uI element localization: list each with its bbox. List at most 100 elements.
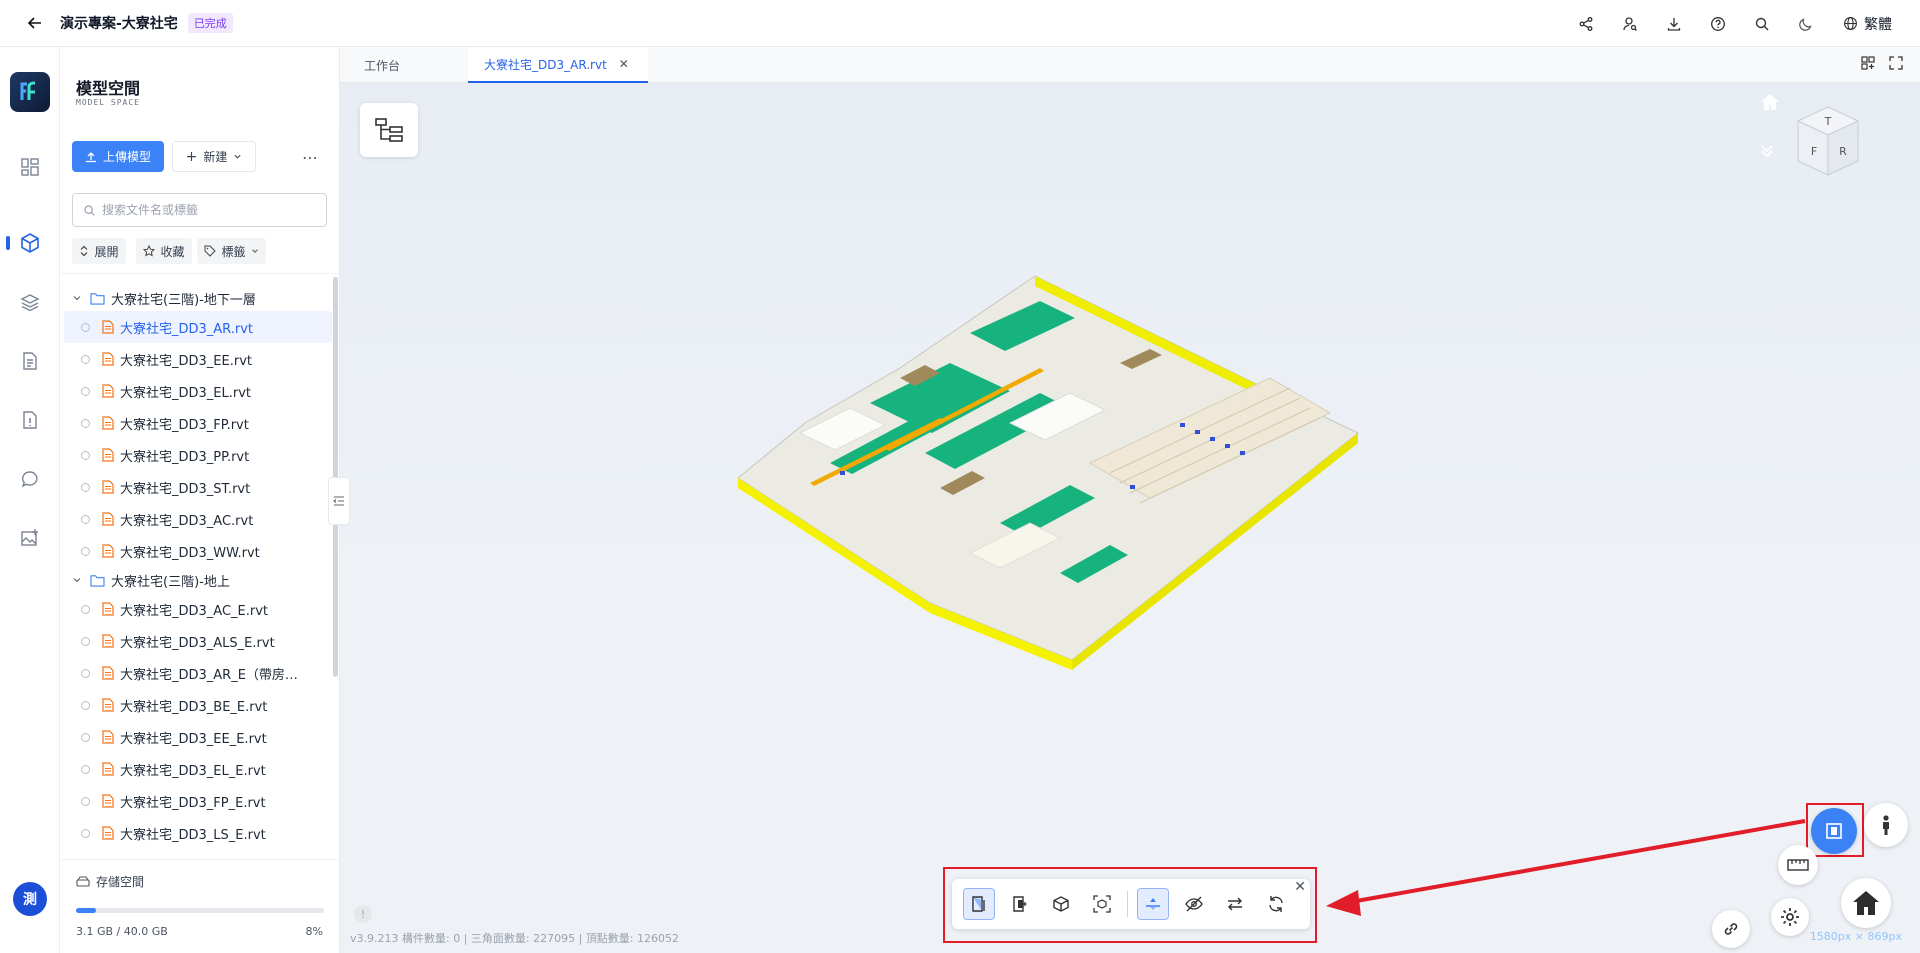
favorite-label: 收藏 bbox=[160, 244, 185, 259]
clip-plane-icon[interactable] bbox=[1137, 888, 1169, 920]
file-radio[interactable] bbox=[81, 636, 90, 646]
file-radio[interactable] bbox=[81, 732, 90, 742]
tab-model-file[interactable]: 大寮社宅_DD3_AR.rvt ✕ bbox=[468, 47, 648, 83]
upload-label: 上傳模型 bbox=[102, 150, 151, 164]
file-row[interactable]: 大寮社宅_DD3_AC_E.rvt bbox=[64, 593, 332, 625]
model-cube-icon[interactable] bbox=[18, 231, 42, 255]
split-view-icon[interactable] bbox=[1860, 55, 1876, 71]
layers-icon[interactable] bbox=[18, 290, 42, 314]
star-icon bbox=[143, 245, 156, 257]
file-radio[interactable] bbox=[81, 668, 90, 678]
file-row[interactable]: 大寮社宅_DD3_AR_E（帶房… bbox=[64, 657, 332, 689]
file-radio[interactable] bbox=[81, 764, 90, 774]
tag-filter-button[interactable]: 標籤 bbox=[197, 238, 266, 264]
home-button[interactable] bbox=[1841, 878, 1891, 928]
file-row[interactable]: 大寮社宅_DD3_EL.rvt bbox=[64, 375, 332, 407]
file-radio[interactable] bbox=[81, 418, 90, 428]
view-cube-front-label: F bbox=[1811, 145, 1817, 158]
language-switch[interactable]: 繁體 bbox=[1843, 14, 1892, 34]
more-options-icon[interactable]: ⋯ bbox=[299, 146, 321, 168]
home-view-icon[interactable] bbox=[1760, 93, 1780, 111]
file-row[interactable]: 大寮社宅_DD3_EE.rvt bbox=[64, 343, 332, 375]
search-input[interactable] bbox=[102, 203, 312, 217]
expand-icon bbox=[81, 245, 88, 257]
view-cube[interactable]: T F R bbox=[1792, 103, 1864, 183]
file-row[interactable]: 大寮社宅_DD3_PP.rvt bbox=[64, 439, 332, 471]
ruler-icon bbox=[1787, 859, 1809, 871]
file-radio[interactable] bbox=[81, 828, 90, 838]
info-icon[interactable]: ! bbox=[354, 905, 372, 923]
close-icon[interactable]: ✕ bbox=[619, 57, 629, 71]
folder-row[interactable]: 大寮社宅(三階)-地下一層 bbox=[60, 285, 340, 311]
user-avatar[interactable]: 測 bbox=[13, 882, 47, 916]
section-mode-button[interactable] bbox=[1811, 808, 1857, 854]
report-icon[interactable] bbox=[18, 408, 42, 432]
measure-button[interactable] bbox=[1778, 845, 1818, 885]
chevron-down-icon[interactable] bbox=[72, 293, 82, 303]
favorite-filter-button[interactable]: 收藏 bbox=[136, 238, 192, 264]
section-box-icon[interactable] bbox=[963, 888, 995, 920]
collapse-panel-button[interactable] bbox=[328, 477, 350, 525]
back-arrow-icon[interactable] bbox=[24, 12, 46, 34]
building-model-render[interactable] bbox=[710, 273, 1400, 673]
search-field[interactable] bbox=[72, 193, 327, 227]
search-icon[interactable] bbox=[1751, 13, 1773, 35]
help-icon[interactable] bbox=[1707, 13, 1729, 35]
file-radio[interactable] bbox=[81, 604, 90, 614]
explode-model-icon[interactable] bbox=[1045, 888, 1077, 920]
user-search-icon[interactable] bbox=[1619, 13, 1641, 35]
comment-icon[interactable] bbox=[18, 467, 42, 491]
new-button[interactable]: + 新建 bbox=[172, 141, 256, 172]
file-icon bbox=[102, 762, 114, 776]
file-row[interactable]: 大寮社宅_DD3_AC.rvt bbox=[64, 503, 332, 535]
image-add-icon[interactable] bbox=[18, 526, 42, 550]
file-row[interactable]: 大寮社宅_DD3_AR.rvt bbox=[64, 311, 332, 343]
file-row[interactable]: 大寮社宅_DD3_LS_E.rvt bbox=[64, 817, 332, 849]
storage-progress-bar bbox=[76, 908, 324, 913]
file-row[interactable]: 大寮社宅_DD3_FP.rvt bbox=[64, 407, 332, 439]
walk-mode-button[interactable] bbox=[1864, 803, 1908, 847]
file-row[interactable]: 大寮社宅_DD3_EL_E.rvt bbox=[64, 753, 332, 785]
file-radio[interactable] bbox=[81, 514, 90, 524]
file-row[interactable]: 大寮社宅_DD3_BE_E.rvt bbox=[64, 689, 332, 721]
file-radio[interactable] bbox=[81, 482, 90, 492]
upload-model-button[interactable]: 上傳模型 bbox=[72, 141, 164, 172]
file-row[interactable]: 大寮社宅_DD3_WW.rvt bbox=[64, 535, 332, 567]
file-icon bbox=[102, 480, 114, 494]
swap-icon[interactable] bbox=[1219, 888, 1251, 920]
settings-button[interactable] bbox=[1771, 898, 1809, 936]
section-plane-icon[interactable] bbox=[1004, 888, 1036, 920]
document-icon[interactable] bbox=[18, 349, 42, 373]
model-tree-button[interactable] bbox=[360, 103, 418, 157]
file-row[interactable]: 大寮社宅_DD3_FP_E.rvt bbox=[64, 785, 332, 817]
file-radio[interactable] bbox=[81, 546, 90, 556]
file-row[interactable]: 大寮社宅_DD3_ALS_E.rvt bbox=[64, 625, 332, 657]
file-radio[interactable] bbox=[81, 322, 90, 332]
file-radio[interactable] bbox=[81, 354, 90, 364]
file-name: 大寮社宅_DD3_ALS_E.rvt bbox=[120, 635, 275, 651]
new-label: 新建 bbox=[203, 150, 228, 164]
chevron-down-icon[interactable] bbox=[72, 575, 82, 585]
folder-row[interactable]: 大寮社宅(三階)-地上 bbox=[60, 567, 340, 593]
file-row[interactable]: 大寮社宅_DD3_EE_E.rvt bbox=[64, 721, 332, 753]
fullscreen-icon[interactable] bbox=[1888, 55, 1904, 71]
link-button[interactable] bbox=[1712, 910, 1750, 948]
dark-mode-icon[interactable] bbox=[1795, 13, 1817, 35]
chevron-double-down-icon[interactable] bbox=[1760, 143, 1774, 159]
model-viewport[interactable]: T F R ! v3.9.213 構件數量: 0 | 三角面數量: 227095… bbox=[340, 83, 1920, 953]
top-bar: 演示專案-大寮社宅 已完成 繁體 bbox=[0, 0, 1920, 47]
focus-box-icon[interactable] bbox=[1086, 888, 1118, 920]
file-radio[interactable] bbox=[81, 386, 90, 396]
download-icon[interactable] bbox=[1663, 13, 1685, 35]
file-radio[interactable] bbox=[81, 450, 90, 460]
refresh-icon[interactable] bbox=[1260, 888, 1292, 920]
file-radio[interactable] bbox=[81, 796, 90, 806]
expand-filter-button[interactable]: 展開 bbox=[72, 238, 126, 264]
dashboard-icon[interactable] bbox=[18, 155, 42, 179]
tab-workbench[interactable]: 工作台 bbox=[340, 47, 468, 83]
hide-eye-icon[interactable] bbox=[1178, 888, 1210, 920]
share-icon[interactable] bbox=[1575, 13, 1597, 35]
toolbar-close-icon[interactable]: ✕ bbox=[1294, 879, 1306, 895]
file-radio[interactable] bbox=[81, 700, 90, 710]
file-row[interactable]: 大寮社宅_DD3_ST.rvt bbox=[64, 471, 332, 503]
